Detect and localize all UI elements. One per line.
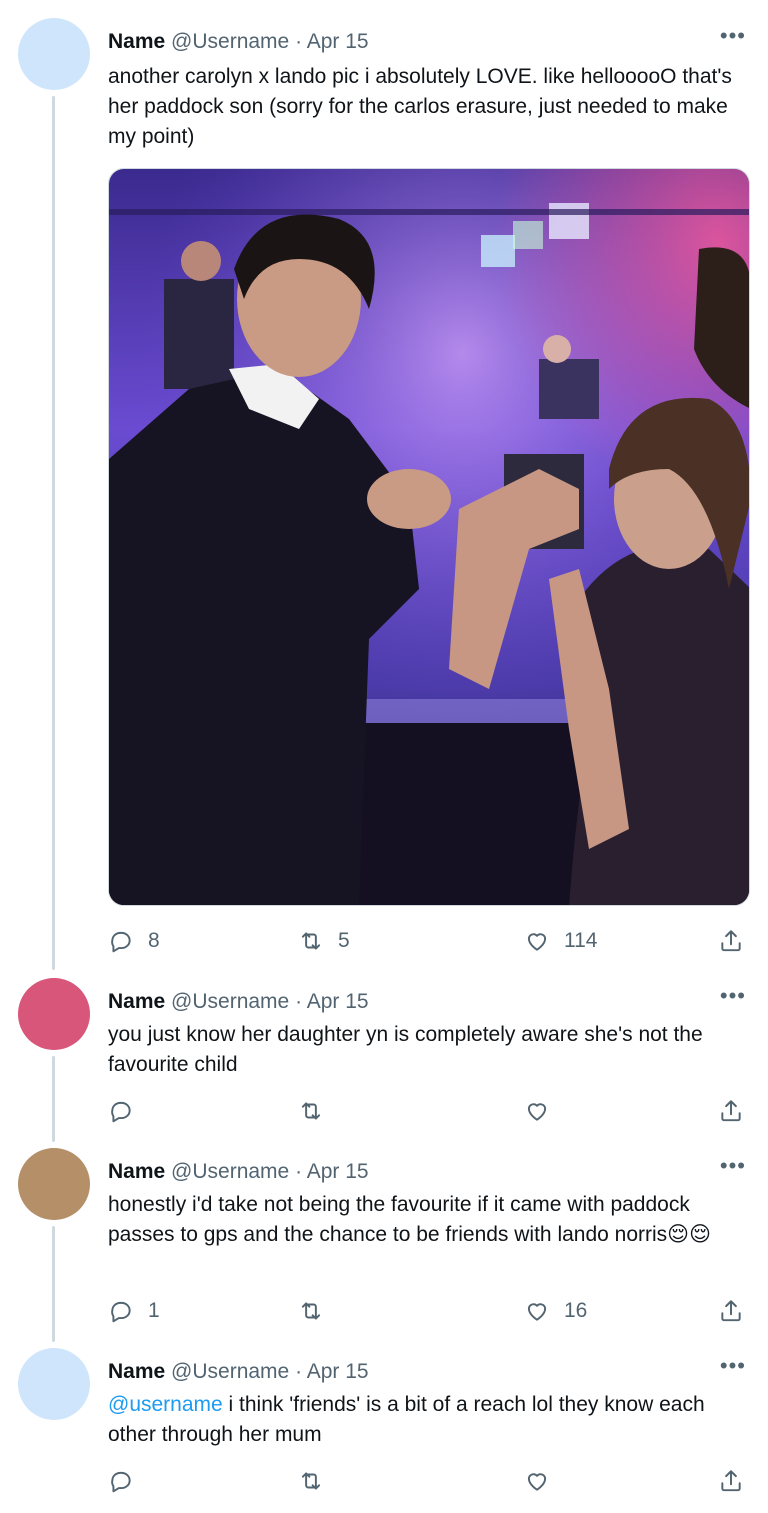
like-count: 16: [564, 1299, 588, 1322]
tweet-text: you just know her daughter yn is complet…: [108, 1023, 703, 1076]
tweet-text: @username i think 'friends' is a bit of …: [108, 1390, 738, 1450]
display-name[interactable]: Name: [108, 1160, 165, 1183]
reply-button[interactable]: 8: [108, 926, 160, 956]
tweet-actions: [108, 1466, 748, 1496]
reply-icon: [111, 1101, 131, 1123]
avatar[interactable]: [18, 18, 90, 90]
reply-count: 8: [148, 929, 160, 952]
share-icon: [721, 930, 741, 952]
like-button[interactable]: 16: [524, 1296, 587, 1326]
share-icon: [721, 1300, 741, 1322]
handle-and-date[interactable]: @Username · Apr 15: [171, 990, 369, 1013]
display-name[interactable]: Name: [108, 1360, 165, 1383]
heart-icon: [527, 1303, 547, 1321]
tweet-header: Name @Username · Apr 15: [108, 988, 369, 1016]
retweet-count: 5: [338, 929, 350, 952]
retweet-button[interactable]: [298, 1296, 324, 1326]
reply-count: 1: [148, 1299, 160, 1322]
reply-icon: [111, 931, 131, 953]
like-button[interactable]: [524, 1466, 550, 1496]
tweet-header: Name @Username · Apr 15: [108, 1358, 369, 1386]
share-icon: [721, 1470, 741, 1492]
reply-button[interactable]: [108, 1466, 134, 1496]
tweet-text: honestly i'd take not being the favourit…: [108, 1193, 711, 1246]
share-button[interactable]: [718, 1096, 744, 1126]
tweet-actions: 8 5 114: [108, 926, 748, 956]
heart-icon: [527, 1103, 547, 1121]
retweet-icon: [301, 932, 321, 950]
photo-concert-two-people: [109, 169, 749, 905]
reply-button[interactable]: [108, 1096, 134, 1126]
tweet-header: Name @Username · Apr 15: [108, 1158, 369, 1186]
share-icon: [721, 1100, 741, 1122]
retweet-icon: [301, 1302, 321, 1320]
like-button[interactable]: [524, 1096, 550, 1126]
like-count: 114: [564, 929, 598, 952]
like-button[interactable]: 114: [524, 926, 597, 956]
tweet[interactable]: Name @Username · Apr 15 ••• honestly i'd…: [0, 1148, 768, 1328]
more-horizontal-icon[interactable]: •••: [720, 1355, 746, 1377]
reply-button[interactable]: 1: [108, 1296, 160, 1326]
share-button[interactable]: [718, 1466, 744, 1496]
tweet-header: Name @Username · Apr 15: [108, 28, 369, 56]
retweet-icon: [301, 1102, 321, 1120]
share-button[interactable]: [718, 926, 744, 956]
display-name[interactable]: Name: [108, 990, 165, 1013]
reply-icon: [111, 1471, 131, 1493]
retweet-button[interactable]: [298, 1096, 324, 1126]
handle-and-date[interactable]: @Username · Apr 15: [171, 30, 369, 53]
tweet-text: another carolyn x lando pic i absolutely…: [108, 65, 732, 148]
retweet-button[interactable]: 5: [298, 926, 350, 956]
heart-icon: [527, 1473, 547, 1491]
more-horizontal-icon[interactable]: •••: [720, 1155, 746, 1177]
retweet-icon: [301, 1472, 321, 1490]
avatar[interactable]: [18, 978, 90, 1050]
heart-icon: [527, 933, 547, 951]
tweet[interactable]: Name @Username · Apr 15 ••• you just kno…: [0, 978, 768, 1128]
avatar[interactable]: [18, 1348, 90, 1420]
mention-link[interactable]: @username: [108, 1393, 223, 1416]
share-button[interactable]: [718, 1296, 744, 1326]
retweet-button[interactable]: [298, 1466, 324, 1496]
display-name[interactable]: Name: [108, 30, 165, 53]
tweet[interactable]: Name @Username · Apr 15 ••• @username i …: [0, 1348, 768, 1498]
tweet[interactable]: Name @Username · Apr 15 ••• another caro…: [0, 18, 768, 968]
tweet-actions: 1 16: [108, 1296, 748, 1326]
reply-icon: [111, 1301, 131, 1323]
handle-and-date[interactable]: @Username · Apr 15: [171, 1360, 369, 1383]
handle-and-date[interactable]: @Username · Apr 15: [171, 1160, 369, 1183]
avatar[interactable]: [18, 1148, 90, 1220]
more-horizontal-icon[interactable]: •••: [720, 985, 746, 1007]
tweet-photo[interactable]: [108, 168, 750, 906]
more-horizontal-icon[interactable]: •••: [720, 25, 746, 47]
tweet-actions: [108, 1096, 748, 1126]
